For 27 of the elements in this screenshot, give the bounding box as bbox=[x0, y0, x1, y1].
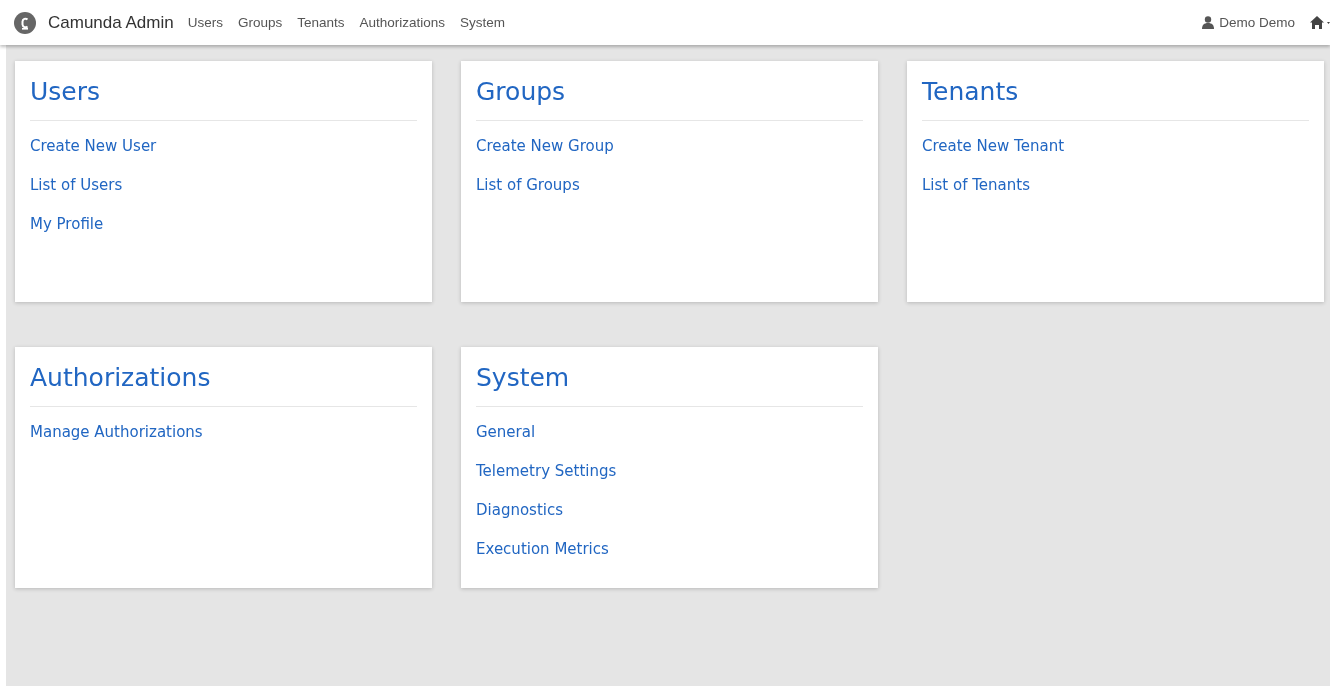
app-title: Camunda Admin bbox=[48, 12, 174, 33]
card-link[interactable]: Create New Group bbox=[476, 137, 614, 155]
user-icon bbox=[1202, 16, 1215, 29]
nav-link[interactable]: System bbox=[460, 15, 506, 30]
card-title: Tenants bbox=[922, 77, 1309, 121]
card-link[interactable]: List of Groups bbox=[476, 176, 580, 194]
card-title: Groups bbox=[476, 77, 863, 121]
card-link[interactable]: My Profile bbox=[30, 215, 104, 233]
card-title: Authorizations bbox=[30, 363, 417, 407]
card-link[interactable]: Create New User bbox=[30, 137, 157, 155]
nav-link[interactable]: Groups bbox=[237, 15, 283, 30]
card-link[interactable]: Diagnostics bbox=[476, 501, 564, 519]
card-link[interactable]: Execution Metrics bbox=[476, 540, 609, 558]
nav-link[interactable]: Authorizations bbox=[359, 15, 446, 30]
card-link[interactable]: List of Users bbox=[30, 176, 123, 194]
home-icon[interactable] bbox=[1310, 16, 1330, 29]
card-title: Users bbox=[30, 77, 417, 121]
card-link[interactable]: General bbox=[476, 423, 536, 441]
card-link[interactable]: Create New Tenant bbox=[922, 137, 1065, 155]
card-link[interactable]: Manage Authorizations bbox=[30, 423, 203, 441]
nav-link[interactable]: Tenants bbox=[297, 15, 345, 30]
card-link[interactable]: Telemetry Settings bbox=[476, 462, 617, 480]
nav-link[interactable]: Users bbox=[187, 15, 223, 30]
user-menu-link[interactable]: Demo Demo bbox=[1219, 15, 1295, 30]
card-link[interactable]: List of Tenants bbox=[922, 176, 1030, 194]
logo-icon bbox=[14, 11, 36, 34]
card-title: System bbox=[476, 363, 863, 407]
